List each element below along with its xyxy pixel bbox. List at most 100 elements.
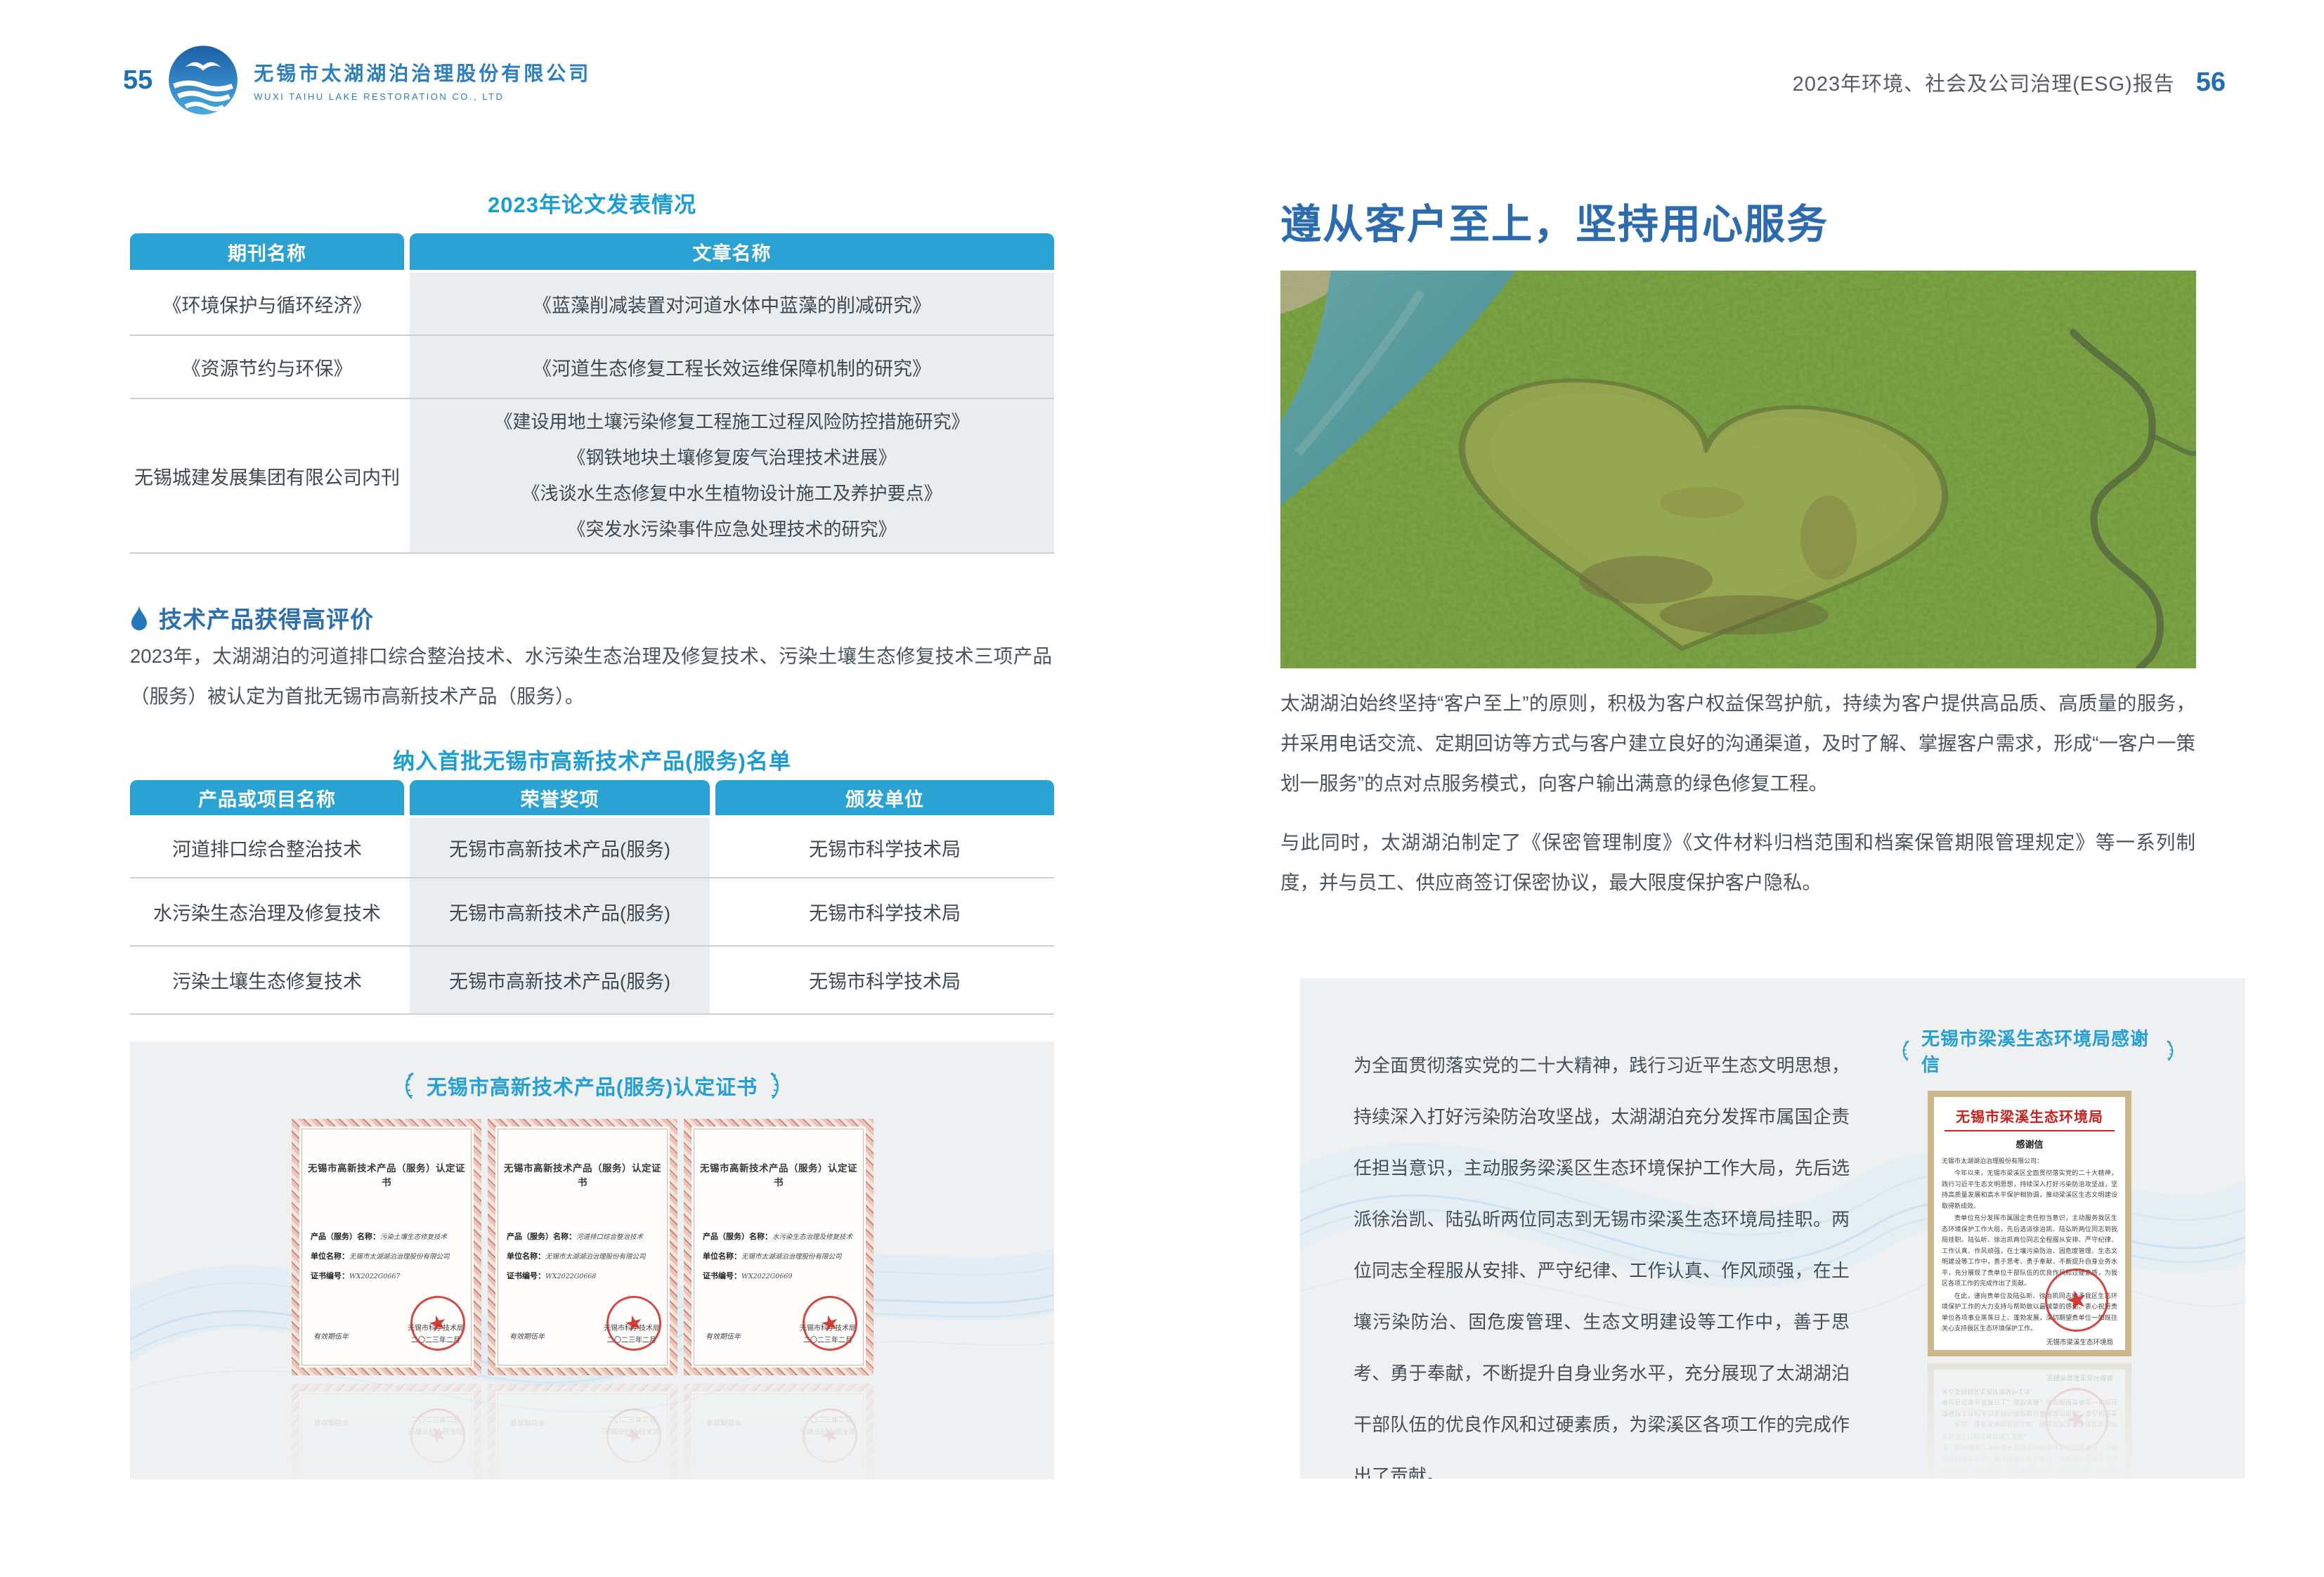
letter-salutation: 无锡市太湖湖泊治理股份有限公司： — [1942, 1156, 2117, 1167]
service-paragraph-2: 与此同时，太湖湖泊制定了《保密管理制度》《文件材料归档范围和档案保管期限管理规定… — [1280, 822, 2195, 902]
laurel-right-icon — [767, 1071, 786, 1101]
certificate-fields: 产品（服务）名称：污染土壤生态修复技术 单位名称：无锡市太湖湖泊治理股份有限公司… — [311, 1232, 465, 1291]
tech-eval-paragraph: 2023年，太湖湖泊的河道排口综合整治技术、水污染生态治理及修复技术、污染土壤生… — [130, 636, 1052, 716]
table-row: 河道排口综合整治技术 无锡市高新技术产品(服务) 无锡市科学技术局 — [130, 818, 1054, 877]
issuer-cell: 无锡市科学技术局 — [715, 947, 1054, 1013]
secondment-paragraph: 为全面贯彻落实党的二十大精神，践行习近平生态文明思想，持续深入打好污染防治攻坚战… — [1353, 1040, 1850, 1479]
secondment-panel: 为全面贯彻落实党的二十大精神，践行习近平生态文明思想，持续深入打好污染防治攻坚战… — [1300, 978, 2245, 1479]
col-header-issuer: 颁发单位 — [715, 780, 1054, 815]
award-cell: 无锡市高新技术产品(服务) — [410, 878, 710, 945]
org-label: 单位名称： — [507, 1252, 545, 1261]
left-page-number: 55 — [123, 65, 152, 96]
company-names: 无锡市太湖湖泊治理股份有限公司 WUXI TAIHU LAKE RESTORAT… — [254, 58, 591, 102]
service-paragraph-1: 太湖湖泊始终坚持“客户至上”的原则，积极为客户权益保驾护航，持续为客户提供高品质… — [1280, 683, 2195, 803]
validity-note: 有效期伍年 — [313, 1330, 349, 1341]
letter-divider — [1945, 1130, 2115, 1131]
certificate-title: 无锡市高新技术产品（服务）认定证书 — [306, 1160, 467, 1188]
no-value: WX2022G0667 — [349, 1273, 400, 1280]
certificates-caption-text: 无锡市高新技术产品(服务)认定证书 — [427, 1071, 758, 1101]
no-value: WX2022G0668 — [545, 1273, 596, 1280]
issuer-cell: 无锡市科学技术局 — [715, 878, 1054, 945]
table-row: 污染土壤生态修复技术 无锡市高新技术产品(服务) 无锡市科学技术局 — [130, 945, 1054, 1015]
papers-table: 期刊名称 文章名称 《环境保护与循环经济》 《蓝藻削减装置对河道水体中蓝藻的削减… — [130, 233, 1054, 554]
header-right: 2023年环境、社会及公司治理(ESG)报告 56 — [1793, 67, 2226, 98]
product-label: 产品（服务）名称： — [703, 1233, 772, 1241]
company-name-en: WUXI TAIHU LAKE RESTORATION CO., LTD — [254, 91, 591, 102]
col-header-journal: 期刊名称 — [130, 233, 404, 270]
product-value: 污染土壤生态修复技术 — [380, 1233, 447, 1241]
thank-you-letter: 无锡市梁溪生态环境局 感谢信 无锡市太湖湖泊治理股份有限公司： 今年以来，无锡市… — [1928, 1091, 2131, 1356]
right-page-number: 56 — [2196, 67, 2226, 98]
laurel-left-icon — [1897, 1039, 1911, 1063]
letter-caption: 无锡市梁溪生态环境局感谢信 — [1897, 1025, 2179, 1077]
certificate-0669: 无锡市高新技术产品（服务）认定证书 产品（服务）名称：水污染生态治理及修复技术 … — [684, 1119, 874, 1375]
tech-eval-heading: 技术产品获得高评价 — [130, 601, 374, 635]
no-value: WX2022G0669 — [741, 1273, 792, 1280]
award-cell: 无锡市高新技术产品(服务) — [410, 818, 710, 877]
col-header-product: 产品或项目名称 — [130, 780, 404, 815]
hightech-table: 产品或项目名称 荣誉奖项 颁发单位 河道排口综合整治技术 无锡市高新技术产品(服… — [130, 780, 1054, 1015]
org-value: 无锡市太湖湖泊治理股份有限公司 — [349, 1253, 450, 1261]
validity-note: 有效期伍年 — [509, 1330, 545, 1341]
org-value: 无锡市太湖湖泊治理股份有限公司 — [741, 1253, 842, 1261]
table-row: 水污染生态治理及修复技术 无锡市高新技术产品(服务) 无锡市科学技术局 — [130, 877, 1054, 945]
certificate-title: 无锡市高新技术产品（服务）认定证书 — [699, 1160, 859, 1188]
issuer-cell: 无锡市科学技术局 — [715, 818, 1054, 877]
company-logo-icon — [167, 44, 240, 117]
certificate-0668: 无锡市高新技术产品（服务）认定证书 产品（服务）名称：河道排口综合整治技术 单位… — [488, 1119, 677, 1375]
header-left: 55 无锡市太湖湖泊治理股份有限公司 WUXI TAIHU LAKE RESTO… — [123, 44, 591, 117]
no-label: 证书编号： — [507, 1272, 545, 1280]
article-cell: 《蓝藻削减装置对河道水体中蓝藻的削减研究》 — [410, 273, 1054, 335]
article-line: 《钢铁地块土壤修复废气治理技术进展》 — [567, 440, 896, 476]
letter-signature: 无锡市梁溪生态环境局 2023年12月 — [1942, 1337, 2117, 1357]
award-cell: 无锡市高新技术产品(服务) — [410, 947, 710, 1013]
col-header-award: 荣誉奖项 — [410, 780, 710, 815]
org-label: 单位名称： — [311, 1252, 349, 1261]
product-label: 产品（服务）名称： — [507, 1233, 576, 1241]
product-cell: 污染土壤生态修复技术 — [130, 947, 404, 1013]
page-title: 遵从客户至上，坚持用心服务 — [1280, 191, 1829, 250]
laurel-right-icon — [2164, 1039, 2179, 1063]
certificates-row: 无锡市高新技术产品（服务）认定证书 产品（服务）名称：污染土壤生态修复技术 单位… — [292, 1119, 874, 1375]
hightech-table-header-row: 产品或项目名称 荣誉奖项 颁发单位 — [130, 780, 1054, 815]
hightech-table-title: 纳入首批无锡市高新技术产品(服务)名单 — [130, 744, 1054, 775]
letter-sign-date: 2023年12月 — [1942, 1349, 2113, 1357]
journal-cell: 无锡城建发展集团有限公司内刊 — [130, 399, 404, 552]
report-title: 2023年环境、社会及公司治理(ESG)报告 — [1793, 67, 2175, 97]
product-value: 河道排口综合整治技术 — [576, 1233, 643, 1241]
article-line: 《突发水污染事件应急处理技术的研究》 — [567, 512, 896, 547]
papers-table-header-row: 期刊名称 文章名称 — [130, 233, 1054, 270]
water-drop-icon — [130, 604, 148, 631]
article-line: 《建设用地土壤污染修复工程施工过程风险防控措施研究》 — [494, 404, 969, 440]
papers-table-title: 2023年论文发表情况 — [130, 187, 1054, 219]
certificates-panel: 无锡市高新技术产品(服务)认定证书 无锡市高新技术产品（服务）认定证书 产品（服… — [130, 1041, 1054, 1479]
product-value: 水污染生态治理及修复技术 — [772, 1233, 852, 1241]
journal-cell: 《环境保护与循环经济》 — [130, 273, 404, 335]
journal-cell: 《资源节约与环保》 — [130, 336, 404, 398]
col-header-article: 文章名称 — [410, 233, 1054, 270]
letter-sign-org: 无锡市梁溪生态环境局 — [1942, 1337, 2113, 1349]
certificate-title: 无锡市高新技术产品（服务）认定证书 — [502, 1160, 663, 1188]
company-name-cn: 无锡市太湖湖泊治理股份有限公司 — [254, 58, 591, 86]
product-label: 产品（服务）名称： — [311, 1233, 380, 1241]
table-row: 《资源节约与环保》 《河道生态修复工程长效运维保障机制的研究》 — [130, 335, 1054, 398]
article-line: 《浅谈水生态修复中水生植物设计施工及养护要点》 — [521, 476, 942, 512]
org-label: 单位名称： — [703, 1252, 741, 1261]
heart-wetland-photo — [1280, 271, 2196, 668]
esg-report-spread: 55 无锡市太湖湖泊治理股份有限公司 WUXI TAIHU LAKE RESTO… — [0, 0, 2324, 1577]
letter-title: 感谢信 — [1942, 1137, 2117, 1150]
letter-paragraph: 今年以来，无锡市梁溪区全面贯彻落实党的二十大精神，践行习近平生态文明思想，持续深… — [1942, 1168, 2117, 1212]
no-label: 证书编号： — [311, 1272, 349, 1280]
certificate-0667: 无锡市高新技术产品（服务）认定证书 产品（服务）名称：污染土壤生态修复技术 单位… — [292, 1119, 481, 1375]
certificates-caption: 无锡市高新技术产品(服务)认定证书 — [130, 1071, 1054, 1101]
table-row: 《环境保护与循环经济》 《蓝藻削减装置对河道水体中蓝藻的削减研究》 — [130, 273, 1054, 335]
no-label: 证书编号： — [703, 1272, 741, 1280]
certificate-fields: 产品（服务）名称：水污染生态治理及修复技术 单位名称：无锡市太湖湖泊治理股份有限… — [703, 1232, 857, 1291]
tech-eval-heading-text: 技术产品获得高评价 — [159, 601, 374, 635]
validity-note: 有效期伍年 — [706, 1330, 741, 1341]
product-cell: 河道排口综合整治技术 — [130, 818, 404, 877]
certificate-fields: 产品（服务）名称：河道排口综合整治技术 单位名称：无锡市太湖湖泊治理股份有限公司… — [507, 1232, 661, 1291]
article-cell: 《河道生态修复工程长效运维保障机制的研究》 — [410, 336, 1054, 398]
product-cell: 水污染生态治理及修复技术 — [130, 878, 404, 945]
table-row: 无锡城建发展集团有限公司内刊 《建设用地土壤污染修复工程施工过程风险防控措施研究… — [130, 398, 1054, 554]
